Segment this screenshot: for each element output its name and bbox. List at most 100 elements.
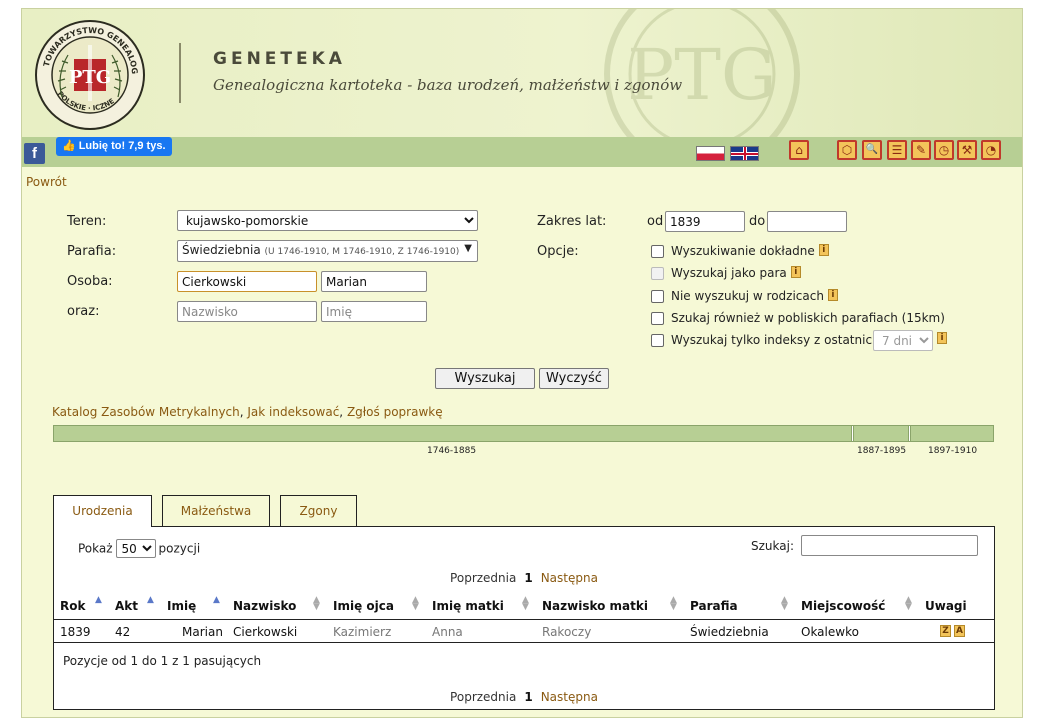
map-icon[interactable]: ⬡ [837,140,857,160]
info-icon[interactable]: i [827,289,838,301]
recent-indexes-checkbox[interactable] [651,334,664,347]
timeline-label: 1746-1885 [427,446,477,456]
remark-a-icon[interactable]: A [954,625,965,637]
table-search-label: Szukaj: [751,539,794,553]
year-to-input[interactable] [767,211,847,232]
sort-both-icon: ▲ ▼ [412,595,419,612]
resource-links: Katalog Zasobów Metrykalnych, Jak indeks… [52,405,443,419]
timeline-divider [908,426,911,441]
oraz-firstname-input[interactable] [321,301,427,322]
od-label: od [647,214,664,229]
no-parents-option: Nie wyszukuj w rodzicach i [671,289,838,303]
exact-search-checkbox[interactable] [651,245,664,258]
remark-z-icon[interactable]: Z [940,625,951,637]
nearby-parishes-checkbox[interactable] [651,312,664,325]
flag-pl-icon[interactable] [696,146,725,161]
table-search-input[interactable] [801,535,978,556]
cell-imie: Marian [182,625,223,639]
col-imie-ojca[interactable]: Imię ojca [333,599,394,613]
pair-search-label: Wyszukaj jako para [671,266,787,280]
cell-parafia: Świedziebnia [690,625,769,639]
no-parents-label: Nie wyszukuj w rodzicach [671,289,824,303]
flag-en-icon[interactable] [730,146,759,161]
parafia-value: Świedziebnia [182,243,261,257]
katalog-link[interactable]: Katalog Zasobów Metrykalnych [52,405,240,419]
page-size-select[interactable]: 50 [115,539,156,558]
row-rule [54,642,994,643]
osoba-firstname-input[interactable] [321,271,427,292]
list-icon[interactable]: ☰ [887,140,907,160]
stats-icon[interactable]: ◔ [981,140,1001,160]
do-label: do [749,214,766,229]
search-button[interactable]: Wyszukaj [435,368,535,389]
cell-imie-ojca: Kazimierz [333,625,392,639]
sort-both-icon: ▲ ▼ [905,595,912,612]
osoba-surname-input[interactable] [177,271,317,292]
sort-asc-icon: ▲ [213,595,220,605]
tools-icon[interactable]: ⚒ [957,140,977,160]
sort-both-icon: ▲ ▼ [670,595,677,612]
col-uwagi[interactable]: Uwagi [925,599,967,613]
watermark-seal-icon: PTG [604,9,800,137]
col-rok[interactable]: Rok [60,599,85,613]
prev-page-link[interactable]: Poprzednia [450,571,516,585]
pair-search-checkbox [651,267,664,280]
cell-nazwisko-matki: Rakoczy [542,625,592,639]
site-header: PTG TOWARZYSTWO GENEALOG POLSKIE · ICZNE… [22,9,1022,137]
clock-icon[interactable]: ◷ [934,140,954,160]
col-imie-matki[interactable]: Imię matki [432,599,504,613]
timeline-label: 1897-1910 [928,446,978,456]
home-icon[interactable]: ⌂ [789,140,809,160]
no-parents-checkbox[interactable] [651,290,664,303]
oraz-label: oraz: [67,304,100,319]
report-correction-link[interactable]: Zgłoś poprawkę [347,405,443,419]
opcje-label: Opcje: [537,244,579,259]
link-separator: , [339,405,347,419]
col-akt[interactable]: Akt [115,599,138,613]
timeline-label: 1887-1895 [857,446,907,456]
clear-button[interactable]: Wyczyść [539,368,609,389]
sort-both-icon: ▲ ▼ [522,595,529,612]
recent-days-select[interactable]: 7 dni [873,330,933,351]
col-nazwisko-matki[interactable]: Nazwisko matki [542,599,648,613]
prev-page-link[interactable]: Poprzednia [450,690,516,704]
info-icon[interactable]: i [818,244,829,256]
facebook-like-button[interactable]: 👍 Lubię to! 7,9 tys. [56,137,172,156]
chevron-down-icon: ▼ [464,243,472,254]
search-icon[interactable]: 🔍 [862,140,882,160]
year-from-input[interactable] [665,211,745,232]
tab-malzenstwa[interactable]: Małżeństwa [162,495,270,526]
ptg-seal-icon[interactable]: TOWARZYSTWO GENEALOG POLSKIE · ICZNE PTG [34,19,146,131]
edit-icon[interactable]: ✎ [911,140,931,160]
sort-asc-icon: ▲ [147,595,154,605]
parafia-label: Parafia: [67,244,117,259]
parafia-range: (U 1746-1910, M 1746-1910, Z 1746-1910) [264,247,460,257]
site-subtitle: Genealogiczna kartoteka - baza urodzeń, … [213,76,683,94]
back-link[interactable]: Powrót [26,175,67,189]
col-miejscowosc[interactable]: Miejscowość [801,599,885,613]
how-to-index-link[interactable]: Jak indeksować [247,405,339,419]
col-imie[interactable]: Imię [167,599,196,613]
exact-search-option: Wyszukiwanie dokładne i [671,244,829,258]
col-nazwisko[interactable]: Nazwisko [233,599,296,613]
next-page-link[interactable]: Następna [541,690,598,704]
thumbs-up-icon: 👍 [62,140,76,152]
oraz-surname-input[interactable] [177,301,317,322]
teren-label: Teren: [67,214,107,229]
svg-text:PTG: PTG [627,34,777,116]
cell-rok: 1839 [60,625,91,639]
current-page: 1 [524,690,533,704]
cell-imie-matki: Anna [432,625,463,639]
tab-urodzenia[interactable]: Urodzenia [53,495,152,527]
info-icon[interactable]: i [937,332,947,344]
next-page-link[interactable]: Następna [541,571,598,585]
recent-indexes-label: Wyszukaj tylko indeksy z ostatnich [671,333,880,347]
info-icon[interactable]: i [790,266,801,278]
header-rule [54,619,994,620]
tab-zgony[interactable]: Zgony [280,495,357,526]
parafia-select[interactable]: Świedziebnia (U 1746-1910, M 1746-1910, … [177,240,478,262]
col-parafia[interactable]: Parafia [690,599,738,613]
facebook-icon[interactable]: f [24,143,45,164]
cell-akt: 42 [115,625,131,639]
teren-select[interactable]: kujawsko-pomorskie [177,210,478,231]
